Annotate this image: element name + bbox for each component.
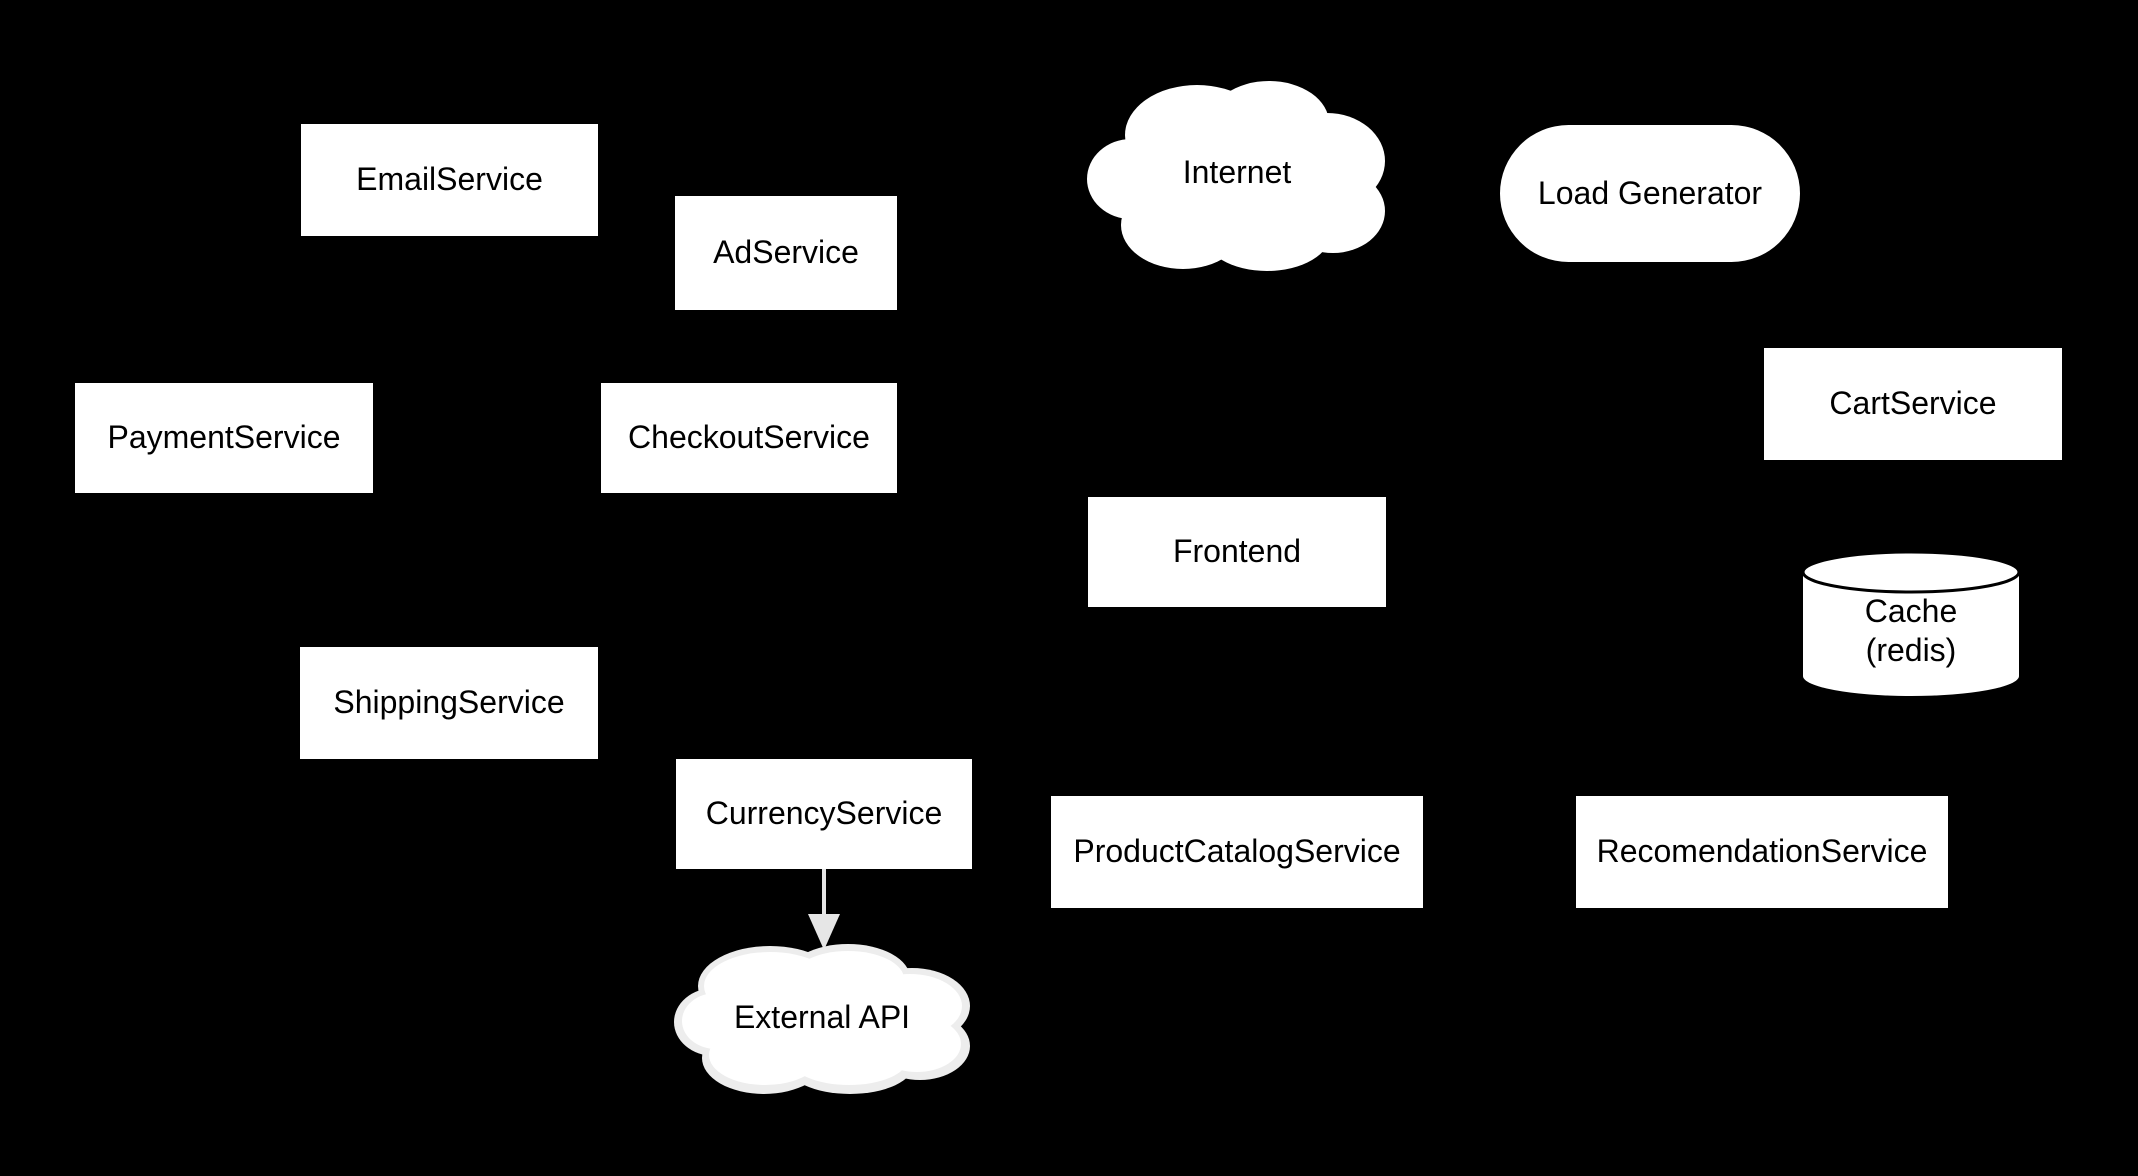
- node-adservice[interactable]: AdService: [675, 196, 897, 310]
- diagram-canvas: EmailService AdService Internet Load Gen…: [0, 0, 2138, 1176]
- node-frontend[interactable]: Frontend: [1088, 497, 1386, 607]
- node-emailservice-label: EmailService: [356, 161, 543, 198]
- node-paymentservice-label: PaymentService: [107, 419, 341, 456]
- node-checkoutservice[interactable]: CheckoutService: [601, 383, 897, 493]
- node-loadgenerator-label: Load Generator: [1537, 174, 1763, 211]
- node-productcatalogservice[interactable]: ProductCatalogService: [1051, 796, 1423, 908]
- node-shippingservice-label: ShippingService: [333, 684, 565, 721]
- node-recomendationservice[interactable]: RecomendationService: [1576, 796, 1948, 908]
- node-cache[interactable]: Cache (redis): [1800, 550, 2022, 698]
- node-adservice-label: AdService: [713, 234, 859, 271]
- node-paymentservice[interactable]: PaymentService: [75, 383, 373, 493]
- node-loadgenerator[interactable]: Load Generator: [1500, 125, 1800, 262]
- node-externalapi[interactable]: External API: [672, 940, 972, 1095]
- node-cartservice-label: CartService: [1829, 385, 1997, 422]
- node-externalapi-label: External API: [733, 998, 911, 1035]
- node-currencyservice[interactable]: CurrencyService: [676, 759, 972, 869]
- node-emailservice[interactable]: EmailService: [301, 124, 598, 236]
- node-recomendationservice-label: RecomendationService: [1596, 833, 1928, 870]
- node-internet-label: Internet: [1182, 154, 1292, 191]
- node-productcatalogservice-label: ProductCatalogService: [1073, 833, 1401, 870]
- node-cartservice[interactable]: CartService: [1764, 348, 2062, 460]
- node-internet[interactable]: Internet: [1087, 75, 1387, 271]
- node-currencyservice-label: CurrencyService: [705, 795, 943, 832]
- node-cache-label: Cache (redis): [1864, 592, 1958, 668]
- node-checkoutservice-label: CheckoutService: [628, 419, 870, 456]
- node-frontend-label: Frontend: [1172, 533, 1302, 570]
- node-shippingservice[interactable]: ShippingService: [300, 647, 598, 759]
